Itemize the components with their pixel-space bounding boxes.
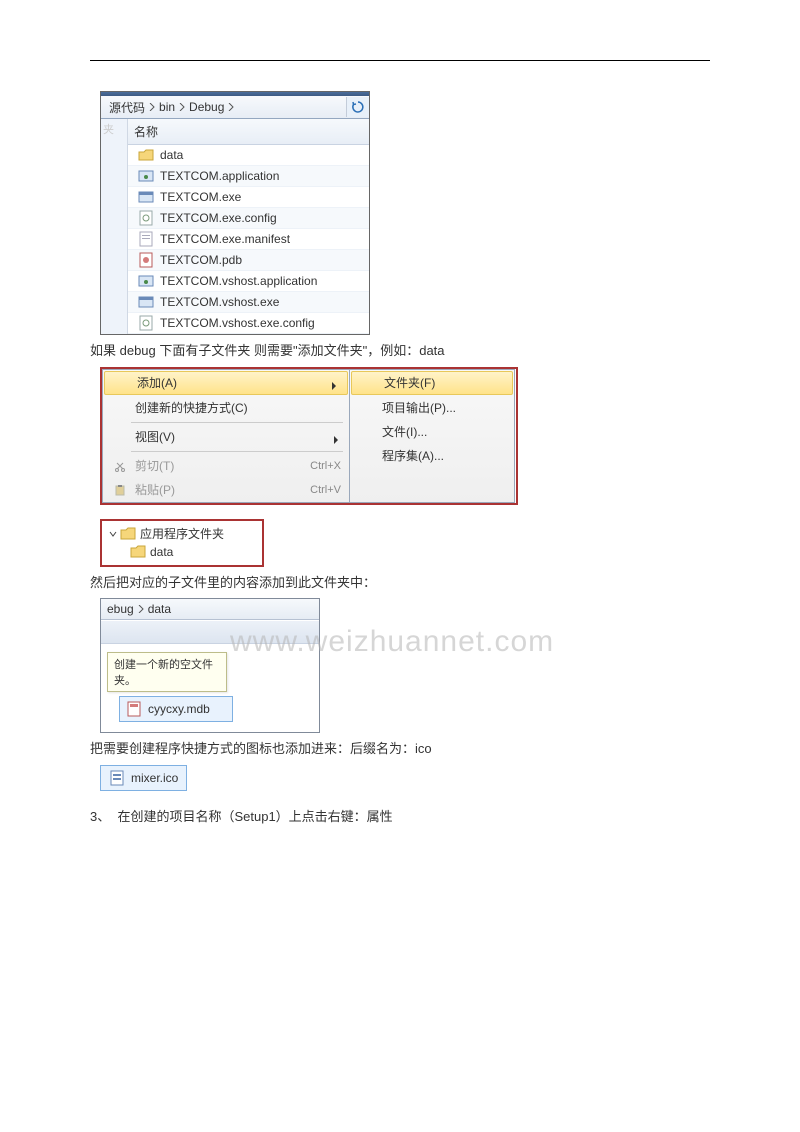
refresh-button[interactable] xyxy=(346,97,369,117)
app-icon xyxy=(138,273,154,289)
tooltip: 创建一个新的空文件夹。 xyxy=(107,652,227,692)
menu-label: 粘贴(P) xyxy=(135,481,302,498)
pdb-icon xyxy=(138,252,154,268)
menu-label: 创建新的快捷方式(C) xyxy=(135,399,341,416)
file-name: data xyxy=(160,148,183,162)
file-item[interactable]: cyycxy.mdb xyxy=(119,696,233,722)
exe-icon xyxy=(138,294,154,310)
file-item-ico[interactable]: mixer.ico xyxy=(100,765,187,791)
file-row[interactable]: TEXTCOM.vshost.exe xyxy=(128,292,369,313)
file-name: TEXTCOM.exe.manifest xyxy=(160,232,290,246)
config-icon xyxy=(138,315,154,331)
tree-label: data xyxy=(150,545,173,559)
nav-pane-stub: 夹 xyxy=(101,119,128,334)
file-name: TEXTCOM.vshost.application xyxy=(160,274,317,288)
file-row[interactable]: TEXTCOM.exe.manifest xyxy=(128,229,369,250)
menu-label: 剪切(T) xyxy=(135,457,302,474)
step-3: 3、 在创建的项目名称（Setup1）上点击右键：属性 xyxy=(90,807,710,827)
breadcrumb-item[interactable]: 源代码 xyxy=(105,99,149,116)
menu-item[interactable]: 添加(A) xyxy=(104,371,348,395)
file-row[interactable]: TEXTCOM.exe.config xyxy=(128,208,369,229)
paragraph: 把需要创建程序快捷方式的图标也添加进来：后缀名为：ico xyxy=(90,739,710,759)
menu-shortcut: Ctrl+V xyxy=(310,484,341,496)
menu-label: 文件夹(F) xyxy=(384,374,504,391)
menu-item[interactable]: 创建新的快捷方式(C) xyxy=(103,396,349,420)
cut-icon xyxy=(111,460,129,472)
chevron-right-icon xyxy=(331,379,339,387)
breadcrumb-item[interactable]: ebug xyxy=(107,602,134,616)
folder-icon xyxy=(120,527,136,541)
menu-separator xyxy=(131,451,343,452)
menu-label: 添加(A) xyxy=(137,374,327,391)
file-row[interactable]: TEXTCOM.pdb xyxy=(128,250,369,271)
breadcrumb-item[interactable]: data xyxy=(148,602,171,616)
menu-label: 程序集(A)... xyxy=(382,447,506,464)
context-submenu-add: 文件夹(F) 项目输出(P)... 文件(I)... 程序集(A)... xyxy=(350,369,515,503)
file-name: TEXTCOM.pdb xyxy=(160,253,242,267)
file-row[interactable]: data xyxy=(128,145,369,166)
context-menu-screenshot: 添加(A) 创建新的快捷方式(C) 视图(V) 剪切(T) Ctrl+X 粘贴(P) Ctr… xyxy=(100,367,518,505)
menu-separator xyxy=(131,422,343,423)
top-rule xyxy=(90,60,710,61)
menu-label: 项目输出(P)... xyxy=(382,399,506,416)
menu-label: 文件(I)... xyxy=(382,423,506,440)
file-row[interactable]: TEXTCOM.vshost.exe.config xyxy=(128,313,369,334)
step-text: 在创建的项目名称（Setup1）上点击右键：属性 xyxy=(117,809,392,824)
mdb-file-icon xyxy=(126,701,142,717)
folder-tree: 应用程序文件夹 data xyxy=(100,519,264,567)
chevron-right-icon xyxy=(138,602,144,616)
exe-icon xyxy=(138,189,154,205)
file-name: cyycxy.mdb xyxy=(148,702,210,716)
manifest-icon xyxy=(138,231,154,247)
menu-item[interactable]: 视图(V) xyxy=(103,425,349,449)
tree-item-child[interactable]: data xyxy=(108,543,256,561)
file-name: TEXTCOM.application xyxy=(160,169,279,183)
ico-file-icon xyxy=(109,770,125,786)
file-name: TEXTCOM.vshost.exe xyxy=(160,295,279,309)
menu-item[interactable]: 剪切(T) Ctrl+X xyxy=(103,454,349,478)
menu-item[interactable]: 粘贴(P) Ctrl+V xyxy=(103,478,349,502)
file-name: mixer.ico xyxy=(131,771,178,785)
tree-item-parent[interactable]: 应用程序文件夹 xyxy=(108,525,256,543)
context-menu-main: 添加(A) 创建新的快捷方式(C) 视图(V) 剪切(T) Ctrl+X 粘贴(P) Ctr… xyxy=(102,369,350,503)
column-header-name[interactable]: 名称 xyxy=(128,119,369,145)
breadcrumb-item[interactable]: bin xyxy=(155,100,179,114)
tree-toggle-icon[interactable] xyxy=(108,530,118,538)
folder-icon xyxy=(138,147,154,163)
file-row[interactable]: TEXTCOM.exe xyxy=(128,187,369,208)
file-explorer: 源代码 bin Debug 夹 名称 data TEXTCOM.applicati… xyxy=(100,91,370,335)
folder-icon xyxy=(130,545,146,559)
toolbar xyxy=(101,620,319,644)
menu-item[interactable]: 文件夹(F) xyxy=(351,371,513,395)
file-name: TEXTCOM.vshost.exe.config xyxy=(160,316,315,330)
tree-label: 应用程序文件夹 xyxy=(140,525,224,542)
paragraph: 如果 debug 下面有子文件夹 则需要"添加文件夹"，例如：data xyxy=(90,341,710,361)
chevron-right-icon xyxy=(333,433,341,441)
file-row[interactable]: TEXTCOM.application xyxy=(128,166,369,187)
paste-icon xyxy=(111,484,129,496)
menu-item[interactable]: 程序集(A)... xyxy=(350,444,514,468)
menu-item[interactable]: 文件(I)... xyxy=(350,420,514,444)
paragraph: 然后把对应的子文件里的内容添加到此文件夹中： xyxy=(90,573,710,593)
file-row[interactable]: TEXTCOM.vshost.application xyxy=(128,271,369,292)
menu-item[interactable]: 项目输出(P)... xyxy=(350,396,514,420)
breadcrumb-bar[interactable]: 源代码 bin Debug xyxy=(101,96,369,119)
breadcrumb-bar[interactable]: ebug data xyxy=(101,599,319,620)
menu-label: 视图(V) xyxy=(135,428,329,445)
file-explorer-data: ebug data 创建一个新的空文件夹。 cyycxy.mdb xyxy=(100,598,320,733)
file-name: TEXTCOM.exe xyxy=(160,190,241,204)
breadcrumb-item[interactable]: Debug xyxy=(185,100,228,114)
app-icon xyxy=(138,168,154,184)
file-name: TEXTCOM.exe.config xyxy=(160,211,277,225)
config-icon xyxy=(138,210,154,226)
chevron-right-icon xyxy=(228,103,234,111)
step-number: 3、 xyxy=(90,809,110,824)
menu-shortcut: Ctrl+X xyxy=(310,460,341,472)
